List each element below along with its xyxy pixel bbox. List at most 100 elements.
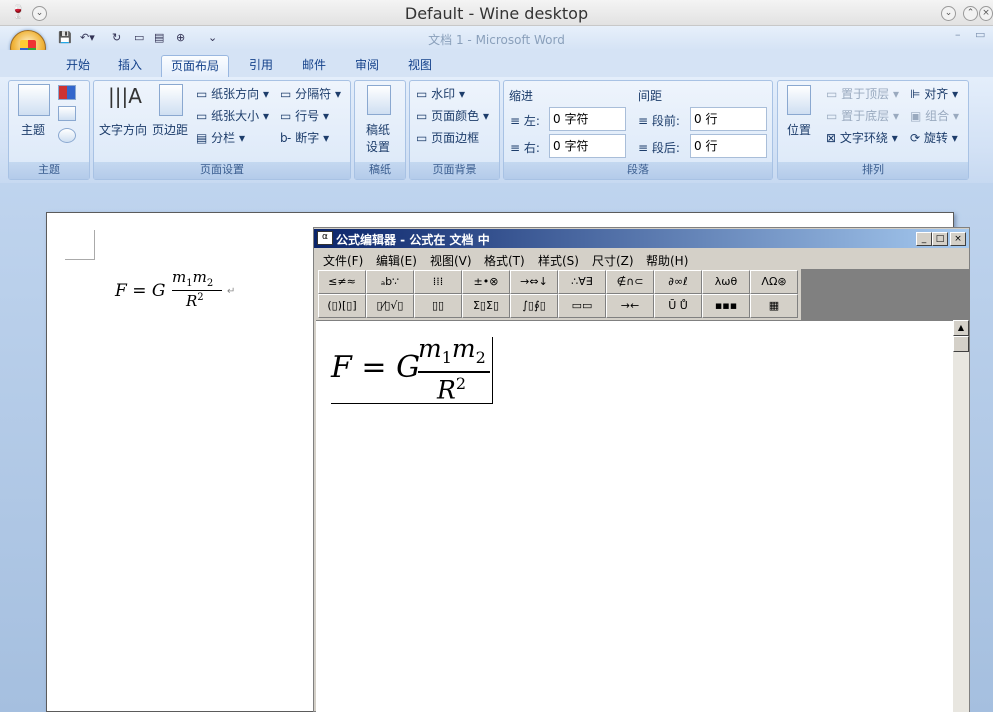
save-icon[interactable]: 💾 bbox=[58, 31, 72, 47]
palette-empty-area bbox=[801, 269, 969, 320]
columns-button[interactable]: ▤ 分栏 ▾ bbox=[196, 129, 245, 146]
menu-view[interactable]: 视图(V) bbox=[430, 252, 472, 269]
group-button[interactable]: ▣ 组合 ▾ bbox=[910, 107, 959, 124]
doc-formula-eq: = bbox=[132, 281, 147, 301]
indent-left-label: ≡ 左: bbox=[510, 114, 540, 128]
form-icon[interactable]: ▤ bbox=[154, 31, 164, 47]
redo-icon[interactable]: ↻ bbox=[112, 31, 121, 47]
indent-right-input[interactable]: 0 字符 bbox=[549, 134, 626, 158]
text-direction-icon[interactable]: |||A bbox=[108, 84, 142, 108]
theme-fonts-icon[interactable] bbox=[58, 106, 76, 121]
palette-integrals[interactable]: ∫▯∮▯ bbox=[510, 294, 558, 318]
palette-relations[interactable]: ≤≠≈ bbox=[318, 270, 366, 294]
theme-effects-icon[interactable] bbox=[58, 128, 76, 143]
customize-qat-icon[interactable]: ⌄ bbox=[208, 31, 217, 47]
tab-review[interactable]: 审阅 bbox=[346, 55, 388, 77]
align-button[interactable]: ⊫ 对齐 ▾ bbox=[910, 85, 958, 102]
menu-style[interactable]: 样式(S) bbox=[538, 252, 579, 269]
palette-greek-lower[interactable]: λωθ bbox=[702, 270, 750, 294]
word-restore-icon[interactable]: ▭ bbox=[975, 28, 985, 41]
palette-misc[interactable]: ∂∞ℓ bbox=[654, 270, 702, 294]
wine-titlebar: 🍷 ⌄ Default - Wine desktop ⌄ ⌃ × bbox=[0, 0, 993, 26]
palette-sets[interactable]: ∉∩⊂ bbox=[606, 270, 654, 294]
palette-spaces[interactable]: ₐb∵ bbox=[366, 270, 414, 294]
tab-references[interactable]: 引用 bbox=[240, 55, 282, 77]
palette-greek-upper[interactable]: ΛΩ⊛ bbox=[750, 270, 798, 294]
menu-size[interactable]: 尺寸(Z) bbox=[592, 252, 634, 269]
doc-formula-lhs[interactable]: F = G bbox=[115, 281, 165, 301]
tab-insert[interactable]: 插入 bbox=[109, 55, 151, 77]
spacing-after-input[interactable]: 0 行 bbox=[690, 134, 767, 158]
eq-minimize-button[interactable]: _ bbox=[916, 232, 932, 246]
eq-close-button[interactable]: × bbox=[950, 232, 966, 246]
maximize-button[interactable]: ⌃ bbox=[963, 6, 978, 21]
scroll-thumb[interactable] bbox=[953, 336, 969, 352]
editor-cursor bbox=[492, 337, 493, 403]
page-border-button[interactable]: ▭ 页面边框 bbox=[416, 129, 479, 146]
print-preview-icon[interactable]: ▭ bbox=[134, 31, 144, 47]
palette-bars[interactable]: ▭▭ bbox=[558, 294, 606, 318]
draft-button-line2[interactable]: 设置 bbox=[366, 138, 390, 155]
theme-button[interactable]: 主题 bbox=[21, 121, 45, 138]
doc-formula-F: F bbox=[115, 281, 127, 301]
text-direction-button[interactable]: 文字方向 bbox=[99, 121, 147, 138]
doc-formula-denominator: R2 bbox=[186, 292, 204, 310]
position-button[interactable]: 位置 bbox=[787, 121, 811, 138]
rotate-button[interactable]: ⟳ 旋转 ▾ bbox=[910, 129, 958, 146]
margins-button[interactable]: 页边距 bbox=[152, 121, 188, 138]
hyphenation-button[interactable]: b ̵ 断字 ▾ bbox=[280, 129, 329, 146]
scroll-up-button[interactable]: ▲ bbox=[953, 320, 969, 336]
orientation-button[interactable]: ▭ 纸张方向 ▾ bbox=[196, 85, 269, 102]
palette-products[interactable]: Ū Ů bbox=[654, 294, 702, 318]
org-chart-icon[interactable]: ⊕ bbox=[176, 31, 185, 47]
line-numbers-button[interactable]: ▭ 行号 ▾ bbox=[280, 107, 329, 124]
group-draft-label: 稿纸 bbox=[355, 162, 405, 179]
palette-matrices[interactable]: ▪▪▪ bbox=[702, 294, 750, 318]
text-wrap-button[interactable]: ⊠ 文字环绕 ▾ bbox=[826, 129, 898, 146]
palette-summations[interactable]: Σ▯Σ▯ bbox=[462, 294, 510, 318]
palette-scripts[interactable]: ▯▯ bbox=[414, 294, 462, 318]
tab-home[interactable]: 开始 bbox=[57, 55, 99, 77]
palette-labeled-arrows[interactable]: →← bbox=[606, 294, 654, 318]
palette-embellishments[interactable]: ⁞⁞⁞ bbox=[414, 270, 462, 294]
menu-edit[interactable]: 编辑(E) bbox=[376, 252, 417, 269]
position-icon[interactable] bbox=[787, 85, 811, 115]
tab-view[interactable]: 视图 bbox=[399, 55, 441, 77]
editor-vertical-scrollbar[interactable] bbox=[953, 320, 969, 712]
bring-front-button[interactable]: ▭ 置于顶层 ▾ bbox=[826, 85, 899, 102]
theme-colors-icon[interactable] bbox=[58, 85, 76, 100]
menu-help[interactable]: 帮助(H) bbox=[646, 252, 688, 269]
tab-mailings[interactable]: 邮件 bbox=[293, 55, 335, 77]
size-button[interactable]: ▭ 纸张大小 ▾ bbox=[196, 107, 269, 124]
draft-button-line1[interactable]: 稿纸 bbox=[366, 121, 390, 138]
menu-file[interactable]: 文件(F) bbox=[323, 252, 363, 269]
size-label: 纸张大小 bbox=[211, 109, 260, 123]
minimize-button[interactable]: ⌄ bbox=[941, 6, 956, 21]
palette-grids[interactable]: ▦ bbox=[750, 294, 798, 318]
page-color-button[interactable]: ▭ 页面颜色 ▾ bbox=[416, 107, 489, 124]
orientation-label: 纸张方向 bbox=[211, 87, 260, 101]
editor-formula-numerator: m1m2 bbox=[418, 334, 486, 367]
eq-maximize-button[interactable]: □ bbox=[932, 232, 948, 246]
palette-operators[interactable]: ±•⊗ bbox=[462, 270, 510, 294]
close-button[interactable]: × bbox=[979, 6, 993, 21]
tab-page-layout[interactable]: 页面布局 bbox=[161, 55, 229, 77]
palette-logic[interactable]: ∴∀∃ bbox=[558, 270, 606, 294]
spacing-before-input[interactable]: 0 行 bbox=[690, 107, 767, 131]
editor-formula-fraction-bar bbox=[418, 371, 490, 373]
palette-fences[interactable]: (▯)[▯] bbox=[318, 294, 366, 318]
undo-icon[interactable]: ↶▾ bbox=[80, 31, 95, 47]
word-min-icon[interactable]: – bbox=[955, 28, 961, 41]
theme-icon[interactable] bbox=[18, 84, 50, 116]
spacing-before-text: 段前: bbox=[651, 114, 680, 128]
indent-left-input[interactable]: 0 字符 bbox=[549, 107, 626, 131]
send-back-button[interactable]: ▭ 置于底层 ▾ bbox=[826, 107, 899, 124]
breaks-button[interactable]: ▭ 分隔符 ▾ bbox=[280, 85, 341, 102]
draft-paper-icon[interactable] bbox=[367, 85, 391, 115]
margins-icon[interactable] bbox=[159, 84, 183, 116]
palette-fractions[interactable]: ▯⁄▯√▯ bbox=[366, 294, 414, 318]
palette-arrows[interactable]: →⇔↓ bbox=[510, 270, 558, 294]
text-wrap-label: 文字环绕 bbox=[839, 131, 888, 145]
watermark-button[interactable]: ▭ 水印 ▾ bbox=[416, 85, 465, 102]
menu-format[interactable]: 格式(T) bbox=[484, 252, 525, 269]
